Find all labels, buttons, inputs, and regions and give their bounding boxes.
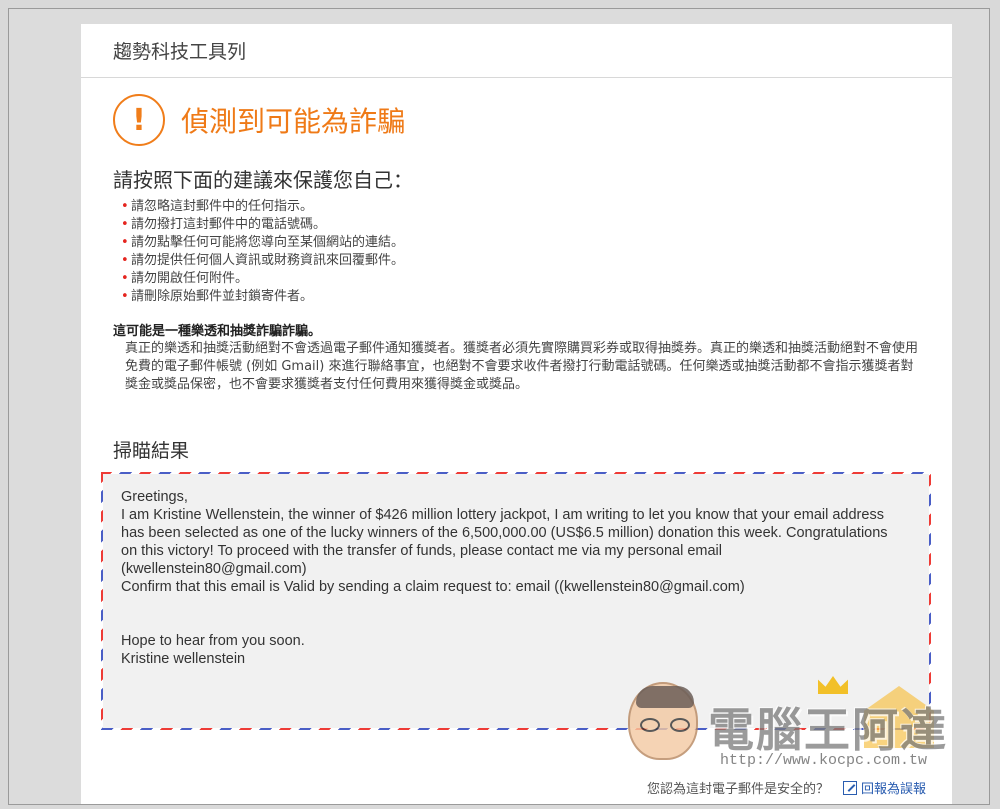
edit-icon bbox=[842, 780, 857, 795]
email-line: on this victory! To proceed with the tra… bbox=[121, 543, 722, 559]
advice-item: 請勿撥打這封郵件中的電話號碼。 bbox=[121, 216, 404, 234]
feedback-question: 您認為這封電子郵件是安全的？ bbox=[646, 782, 829, 797]
alert-title: 偵測到可能為詐騙 bbox=[181, 105, 406, 138]
email-line: has been selected as one of the lucky wi… bbox=[121, 525, 888, 541]
advice-item: 請勿開啟任何附件。 bbox=[121, 270, 404, 288]
email-envelope: Greetings, I am Kristine Wellenstein, th… bbox=[101, 472, 931, 730]
scan-result-heading: 掃瞄結果 bbox=[113, 440, 190, 462]
advice-item: 請勿提供任何個人資訊或財務資訊來回覆郵件。 bbox=[121, 252, 404, 270]
panel-title: 趨勢科技工具列 bbox=[113, 41, 247, 63]
email-line: I am Kristine Wellenstein, the winner of… bbox=[121, 507, 884, 523]
advice-item: 請忽略這封郵件中的任何指示。 bbox=[121, 198, 404, 216]
email-content: Greetings, I am Kristine Wellenstein, th… bbox=[103, 474, 929, 728]
email-line bbox=[121, 614, 911, 632]
report-link-label: 回報為誤報 bbox=[860, 782, 926, 797]
email-line: Kristine wellenstein bbox=[121, 651, 246, 667]
toolbar-panel: 趨勢科技工具列 ! 偵測到可能為詐騙 請按照下面的建議來保護您自己： 請忽略這封… bbox=[81, 24, 952, 804]
advice-item: 請刪除原始郵件並封鎖寄件者。 bbox=[121, 288, 404, 306]
email-line: Greetings, bbox=[121, 489, 188, 505]
advice-list: 請忽略這封郵件中的任何指示。 請勿撥打這封郵件中的電話號碼。 請勿點擊任何可能將… bbox=[121, 198, 404, 306]
advice-heading: 請按照下面的建議來保護您自己： bbox=[113, 168, 413, 192]
exclamation-icon: ! bbox=[113, 94, 165, 146]
email-line: (kwellenstein80@gmail.com) bbox=[121, 561, 307, 577]
email-line: Hope to hear from you soon. bbox=[121, 633, 305, 649]
fraud-description: 真正的樂透和抽獎活動絕對不會透過電子郵件通知獲獎者。獲獎者必須先實際購買彩券或取… bbox=[125, 341, 919, 392]
email-line bbox=[121, 596, 911, 614]
feedback-footer: 您認為這封電子郵件是安全的？ 回報為誤報 bbox=[647, 778, 926, 797]
fraud-type-heading: 這可能是一種樂透和抽獎詐騙詐騙。 bbox=[113, 324, 322, 339]
report-false-positive-link[interactable]: 回報為誤報 bbox=[842, 778, 926, 797]
panel-header: 趨勢科技工具列 bbox=[81, 24, 952, 78]
advice-item: 請勿點擊任何可能將您導向至某個網站的連結。 bbox=[121, 234, 404, 252]
alert-banner: ! 偵測到可能為詐騙 bbox=[113, 94, 405, 146]
email-line: Confirm that this email is Valid by send… bbox=[121, 579, 745, 595]
